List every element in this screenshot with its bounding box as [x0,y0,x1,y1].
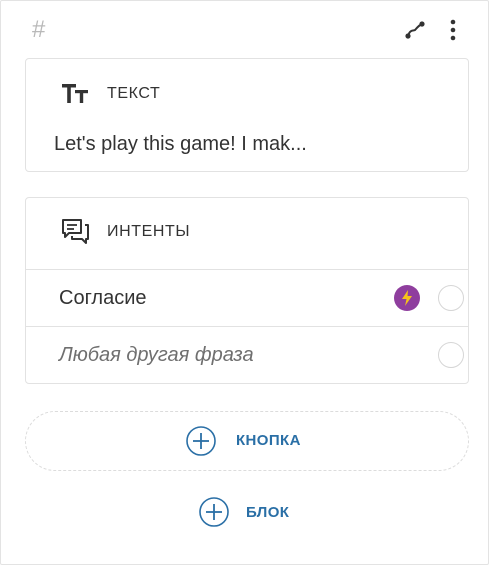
intents-card: ИНТЕНТЫ Согласие Любая другая фраза [25,197,469,384]
text-format-icon [62,84,88,103]
intent-item[interactable]: Любая другая фраза [26,327,468,383]
intent-radio[interactable] [438,342,464,368]
intent-item[interactable]: Согласие [26,270,468,326]
text-preview: Let's play this game! I mak... [54,133,307,155]
chat-bubbles-icon [62,219,89,244]
text-card-title: ТЕКСТ [107,85,161,102]
hash-icon: # [32,16,46,43]
bolt-icon[interactable] [394,285,420,311]
intent-radio[interactable] [438,285,464,311]
plus-circle-icon [199,497,229,527]
text-card[interactable]: ТЕКСТ Let's play this game! I mak... [25,58,469,172]
intent-label: Любая другая фраза [59,344,254,366]
add-button-button[interactable]: КНОПКА [25,411,469,471]
add-block-label: БЛОК [246,504,290,521]
add-button-label: КНОПКА [236,432,301,449]
more-vertical-icon[interactable] [443,19,463,41]
block-panel: # ТЕКСТ Let's play this game! I mak... И… [0,0,489,565]
intents-card-title: ИНТЕНТЫ [107,223,191,240]
plus-circle-icon [186,426,216,456]
add-block-button[interactable]: БЛОК [199,497,309,529]
intent-label: Согласие [59,287,147,309]
connector-icon[interactable] [403,19,427,41]
